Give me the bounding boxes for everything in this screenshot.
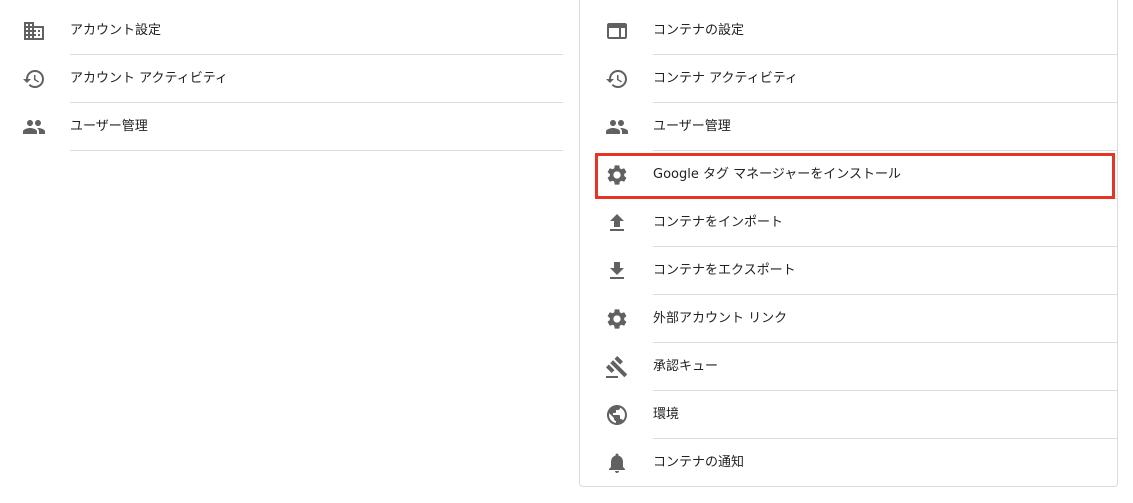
export-container-label: コンテナをエクスポート bbox=[653, 263, 796, 278]
external-account-links-label: 外部アカウント リンク bbox=[653, 311, 788, 326]
approval-queue-item[interactable]: 承認キュー bbox=[580, 343, 1117, 391]
people-icon bbox=[605, 115, 629, 139]
bell-icon bbox=[605, 451, 629, 475]
container-user-management-item[interactable]: ユーザー管理 bbox=[580, 103, 1117, 151]
container-notifications-label: コンテナの通知 bbox=[653, 455, 745, 470]
building-icon bbox=[22, 19, 46, 43]
gear-icon bbox=[605, 163, 629, 187]
account-settings-label: アカウント設定 bbox=[70, 23, 162, 38]
container-settings-item[interactable]: コンテナの設定 bbox=[580, 7, 1117, 55]
environments-label: 環境 bbox=[653, 407, 680, 422]
container-menu-card: コンテナの設定 コンテナ アクティビティ ユーザー管理 Google タグ マネ… bbox=[579, 0, 1118, 487]
download-icon bbox=[605, 259, 629, 283]
globe-icon bbox=[605, 403, 629, 427]
gavel-icon bbox=[605, 355, 629, 379]
account-menu: アカウント設定 アカウント アクティビティ ユーザー管理 bbox=[0, 7, 563, 151]
container-icon bbox=[605, 19, 629, 43]
install-gtm-item[interactable]: Google タグ マネージャーをインストール bbox=[580, 151, 1117, 199]
container-menu: コンテナの設定 コンテナ アクティビティ ユーザー管理 Google タグ マネ… bbox=[580, 7, 1117, 487]
history-icon bbox=[22, 67, 46, 91]
approval-queue-label: 承認キュー bbox=[653, 359, 719, 374]
install-gtm-label: Google タグ マネージャーをインストール bbox=[653, 167, 901, 182]
account-settings-item[interactable]: アカウント設定 bbox=[0, 7, 563, 55]
account-activity-label: アカウント アクティビティ bbox=[70, 71, 228, 86]
import-container-label: コンテナをインポート bbox=[653, 215, 784, 230]
container-notifications-item[interactable]: コンテナの通知 bbox=[580, 439, 1117, 487]
external-account-links-item[interactable]: 外部アカウント リンク bbox=[580, 295, 1117, 343]
history-icon bbox=[605, 67, 629, 91]
account-user-management-label: ユーザー管理 bbox=[70, 119, 148, 134]
people-icon bbox=[22, 115, 46, 139]
container-user-management-label: ユーザー管理 bbox=[653, 119, 731, 134]
export-container-item[interactable]: コンテナをエクスポート bbox=[580, 247, 1117, 295]
container-activity-item[interactable]: コンテナ アクティビティ bbox=[580, 55, 1117, 103]
account-user-management-item[interactable]: ユーザー管理 bbox=[0, 103, 563, 151]
environments-item[interactable]: 環境 bbox=[580, 391, 1117, 439]
import-container-item[interactable]: コンテナをインポート bbox=[580, 199, 1117, 247]
divider bbox=[70, 150, 563, 151]
upload-icon bbox=[605, 211, 629, 235]
container-settings-label: コンテナの設定 bbox=[653, 23, 745, 38]
account-activity-item[interactable]: アカウント アクティビティ bbox=[0, 55, 563, 103]
container-activity-label: コンテナ アクティビティ bbox=[653, 71, 798, 86]
gear-icon bbox=[605, 307, 629, 331]
